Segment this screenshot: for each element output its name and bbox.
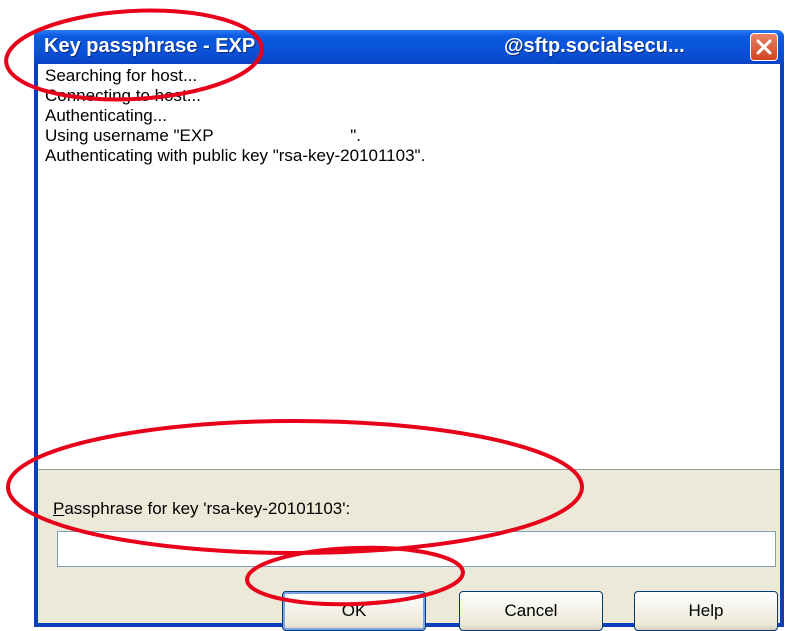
log-line: Searching for host... (45, 66, 198, 85)
passphrase-label-accelerator: P (53, 499, 65, 518)
passphrase-label-text: assphrase for key 'rsa-key-20101103': (64, 499, 351, 518)
title-bar[interactable]: Key passphrase - EXP @sftp.socialsecu... (34, 30, 784, 64)
session-log: Searching for host... Connecting to host… (38, 64, 780, 470)
cancel-button[interactable]: Cancel (459, 591, 603, 631)
window-title: Key passphrase - EXP (44, 35, 256, 57)
close-icon (756, 39, 772, 55)
log-line: Authenticating... (45, 106, 167, 125)
window-title-host: @sftp.socialsecu... (504, 35, 685, 57)
close-button[interactable] (750, 33, 778, 61)
log-line: Authenticating with public key "rsa-key-… (45, 146, 426, 165)
log-line: Connecting to host... (45, 86, 201, 105)
passphrase-input[interactable] (57, 531, 776, 567)
dialog-window: Key passphrase - EXP @sftp.socialsecu...… (34, 30, 784, 631)
passphrase-label: Passphrase for key 'rsa-key-20101103': (53, 499, 350, 519)
log-line: Using username "EXP ". (45, 126, 361, 145)
help-button[interactable]: Help (634, 591, 778, 631)
ok-button[interactable]: OK (282, 591, 426, 631)
dialog-body: Searching for host... Connecting to host… (38, 64, 780, 631)
